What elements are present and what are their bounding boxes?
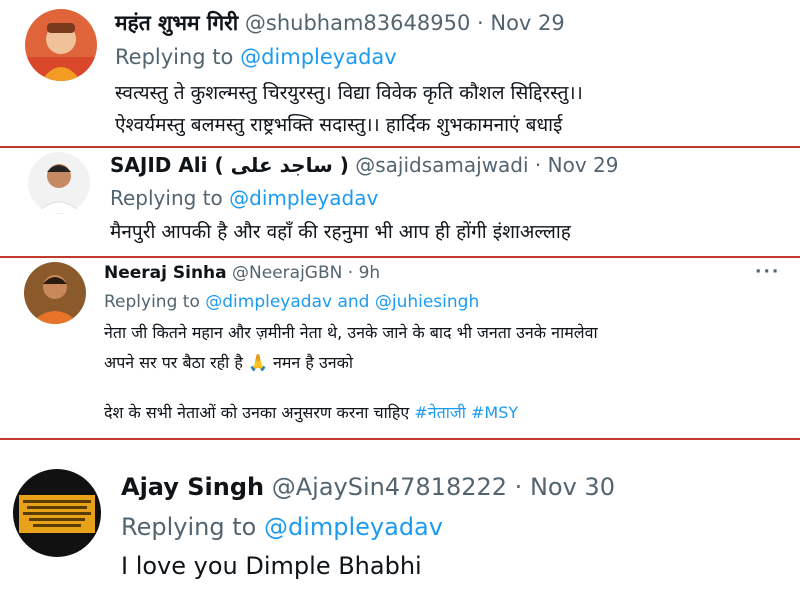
tweet-text-line: ऐश्वर्यमस्तु बलमस्तु राष्ट्रभक्ति सदास्त… bbox=[115, 114, 563, 136]
user-handle[interactable]: @AjaySin47818222 bbox=[272, 473, 507, 501]
separator-dot: · bbox=[534, 153, 542, 177]
replying-to-label: Replying to bbox=[104, 292, 200, 312]
tweet-text-line: स्वत्यस्तु ते कुशल्मस्तु चिरयुरस्तु। विद… bbox=[115, 82, 583, 104]
separator-dot: · bbox=[477, 11, 484, 35]
mention-link[interactable]: @juhiesingh bbox=[375, 292, 479, 312]
tweet-4[interactable]: Ajay Singh @AjaySin47818222 · Nov 30 Rep… bbox=[0, 440, 800, 600]
separator-dot: · bbox=[514, 473, 523, 501]
user-handle[interactable]: @sajidsamajwadi bbox=[355, 153, 528, 177]
mention-link[interactable]: @dimpleyadav bbox=[205, 292, 332, 312]
replying-to-label: Replying to bbox=[121, 513, 257, 541]
user-name[interactable]: महंत शुभम गिरी bbox=[115, 11, 238, 35]
timestamp[interactable]: Nov 29 bbox=[490, 11, 564, 35]
tweet-text-line: मैनपुरी आपकी है और वहाँ की रहनुमा भी आप … bbox=[110, 221, 571, 243]
timestamp[interactable]: 9h bbox=[359, 263, 381, 283]
user-handle[interactable]: @NeerajGBN bbox=[232, 263, 342, 283]
avatar[interactable] bbox=[28, 152, 90, 214]
tweet-3[interactable]: Neeraj Sinha @NeerajGBN · 9h ··· Replyin… bbox=[0, 258, 800, 438]
more-options-icon[interactable]: ··· bbox=[755, 262, 780, 282]
tweet-1[interactable]: महंत शुभम गिरी @shubham83648950 · Nov 29… bbox=[0, 0, 800, 146]
avatar[interactable] bbox=[25, 9, 97, 81]
user-name[interactable]: Ajay Singh bbox=[121, 473, 264, 501]
user-name[interactable]: SAJID Ali ( ساجد علی ) bbox=[110, 153, 349, 177]
tweet-2[interactable]: SAJID Ali ( ساجد علی ) @sajidsamajwadi ·… bbox=[0, 148, 800, 256]
hashtag-link[interactable]: #MSY bbox=[471, 403, 518, 422]
avatar[interactable] bbox=[13, 469, 101, 557]
timestamp[interactable]: Nov 29 bbox=[548, 153, 619, 177]
mention-link[interactable]: @dimpleyadav bbox=[229, 186, 378, 210]
replying-to-label: Replying to bbox=[110, 186, 223, 210]
tweet-text-line: देश के सभी नेताओं को उनका अनुसरण करना चा… bbox=[104, 403, 410, 422]
mention-link[interactable]: @dimpleyadav bbox=[264, 513, 443, 541]
hashtag-link[interactable]: #नेताजी bbox=[414, 403, 466, 422]
tweet-text-line: नेता जी कितने महान और ज़मीनी नेता थे, उन… bbox=[104, 323, 598, 342]
separator-dot: · bbox=[347, 263, 354, 283]
tweet-text-line: I love you Dimple Bhabhi bbox=[121, 552, 422, 580]
user-name[interactable]: Neeraj Sinha bbox=[104, 263, 227, 283]
timestamp[interactable]: Nov 30 bbox=[530, 473, 615, 501]
replying-to-label: Replying to bbox=[115, 45, 234, 69]
user-handle[interactable]: @shubham83648950 bbox=[245, 11, 470, 35]
mention-link[interactable]: @dimpleyadav bbox=[240, 45, 397, 69]
tweet-text-line: अपने सर पर बैठा रही है 🙏 नमन है उनको bbox=[104, 353, 354, 372]
avatar[interactable] bbox=[24, 262, 86, 324]
mention-join: and bbox=[337, 292, 370, 312]
